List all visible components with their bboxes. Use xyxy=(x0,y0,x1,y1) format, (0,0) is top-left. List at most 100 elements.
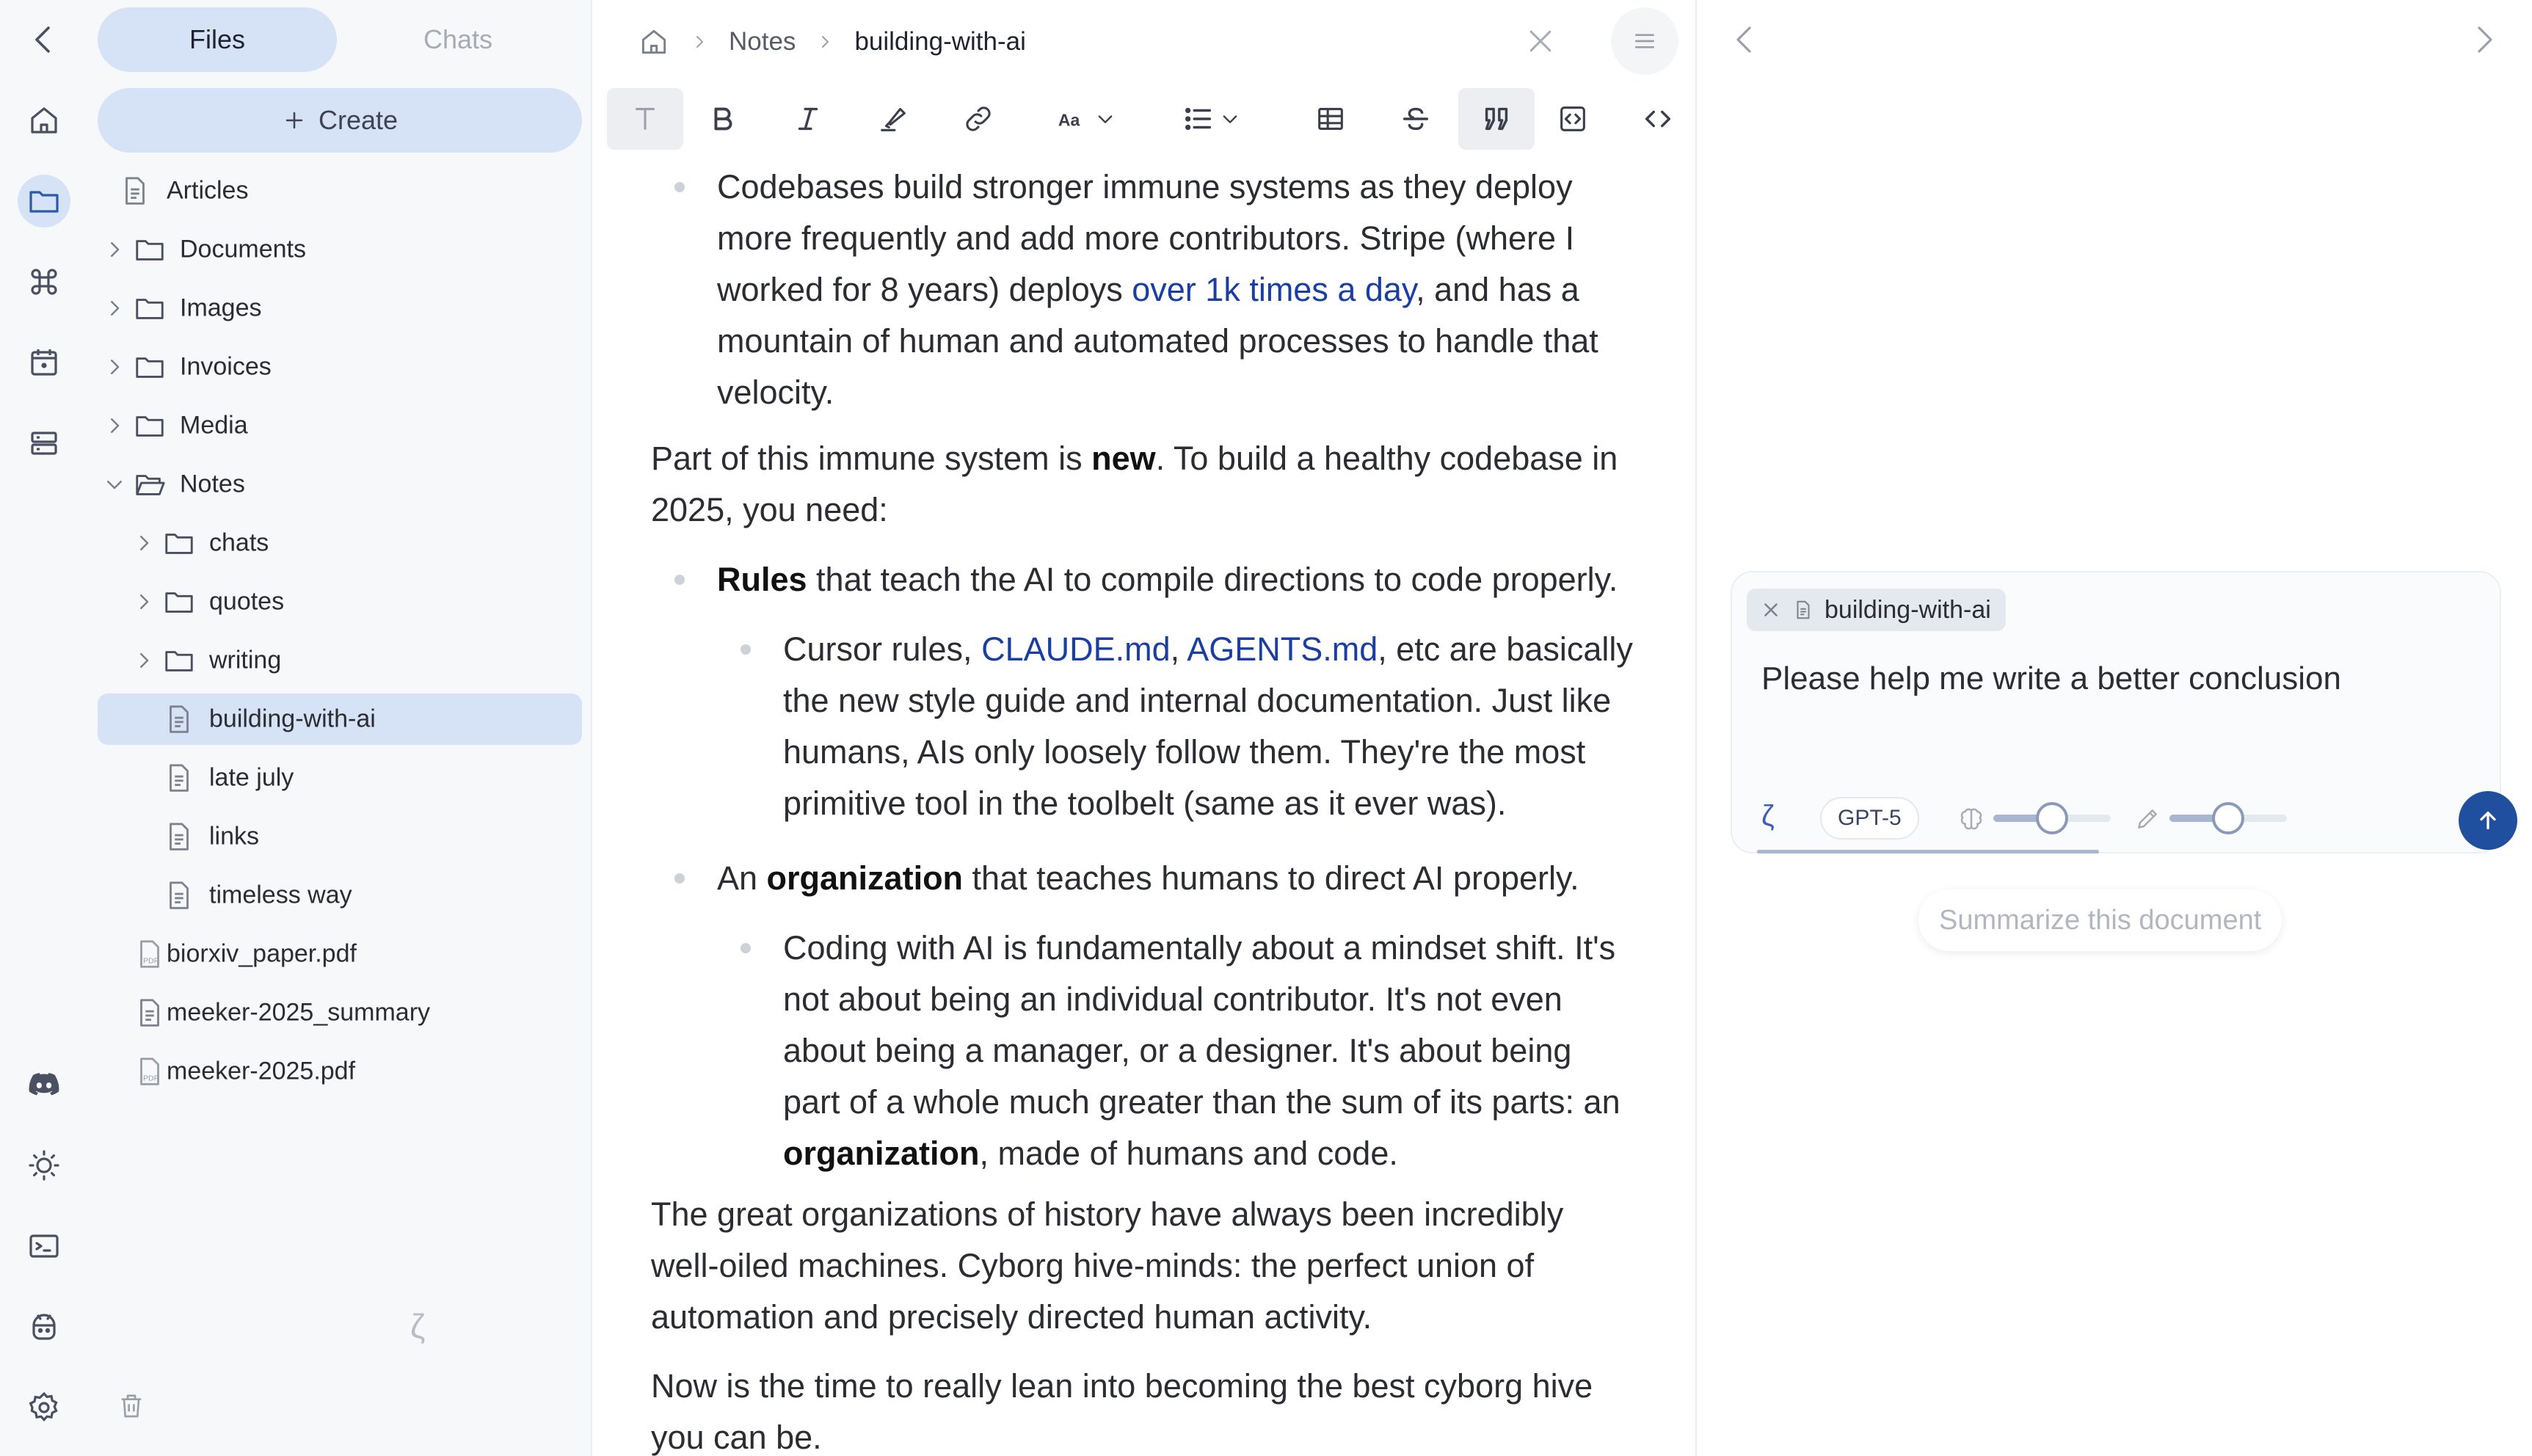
pencil-icon xyxy=(2138,809,2157,829)
tree-item-writing[interactable]: writing xyxy=(98,635,582,686)
context-chip-label: building-with-ai xyxy=(1825,595,1991,624)
text-line: the new style guide and internal documen… xyxy=(783,682,1612,719)
link-button[interactable] xyxy=(949,88,1008,150)
claude-md-link[interactable]: CLAUDE.md xyxy=(981,630,1171,668)
chevron-right-icon[interactable] xyxy=(103,356,125,378)
tree-item-label: meeker-2025_summary xyxy=(167,998,431,1027)
context-chip[interactable]: building-with-ai xyxy=(1747,589,2006,631)
chat-input[interactable]: Please help me write a better conclusion xyxy=(1761,660,2341,697)
text-run: , xyxy=(1170,630,1187,668)
tree-item-links[interactable]: links xyxy=(98,811,582,862)
agents-md-link[interactable]: AGENTS.md xyxy=(1187,630,1378,668)
chevron-right-icon xyxy=(696,36,703,48)
list-icon xyxy=(1185,107,1212,131)
breadcrumb-notes[interactable]: Notes xyxy=(729,27,796,57)
tree-item-documents[interactable]: Documents xyxy=(98,224,582,275)
code-icon xyxy=(1645,110,1671,128)
tree-item-label: chats xyxy=(209,528,269,557)
quote-button[interactable] xyxy=(1458,88,1535,150)
chevron-down-icon[interactable] xyxy=(103,473,125,495)
folder-icon xyxy=(136,299,164,319)
settings-icon[interactable] xyxy=(18,1381,70,1434)
chevron-right-icon[interactable] xyxy=(133,591,155,613)
document-icon xyxy=(1797,600,1810,619)
model-selector[interactable]: GPT-5 xyxy=(1820,797,1919,840)
bold-button[interactable] xyxy=(694,88,752,150)
chevron-right-icon[interactable] xyxy=(2466,22,2501,57)
chevron-left-icon[interactable] xyxy=(1728,22,1763,57)
send-button[interactable] xyxy=(2459,791,2517,850)
calendar-icon[interactable] xyxy=(18,336,70,389)
close-icon[interactable] xyxy=(1524,25,1557,57)
tree-item-chats[interactable]: chats xyxy=(98,517,582,569)
strikethrough-button[interactable] xyxy=(1386,88,1445,150)
tree-item-meeker-summary[interactable]: meeker-2025_summary xyxy=(98,987,582,1038)
sun-icon[interactable] xyxy=(18,1139,70,1192)
text-line: you can be. xyxy=(651,1419,822,1456)
tree-item-label: late july xyxy=(209,763,294,792)
chevron-right-icon[interactable] xyxy=(133,532,155,554)
folder-icon xyxy=(136,416,164,437)
chevron-right-icon[interactable] xyxy=(103,415,125,437)
terminal-icon[interactable] xyxy=(18,1220,70,1273)
breadcrumb-current[interactable]: building-with-ai xyxy=(854,27,1025,57)
menu-button[interactable] xyxy=(1611,7,1678,75)
chevron-right-icon[interactable] xyxy=(133,649,155,671)
text-style-button[interactable] xyxy=(607,88,683,150)
chat-composer: building-with-ai Please help me write a … xyxy=(1731,571,2517,853)
folder-icon xyxy=(136,357,164,378)
text-line: more frequently and add more contributor… xyxy=(717,219,1575,257)
tree-item-biorxiv-paper[interactable]: PDF biorxiv_paper.pdf xyxy=(98,928,582,980)
deploys-link[interactable]: over 1k times a day xyxy=(1132,271,1416,308)
text-line: automation and precisely directed human … xyxy=(651,1298,1372,1336)
slider-knob[interactable] xyxy=(2212,802,2244,834)
code-button[interactable] xyxy=(1629,88,1687,150)
bold-icon xyxy=(714,107,732,131)
tree-item-quotes[interactable]: quotes xyxy=(98,576,582,627)
text-line: Now is the time to really lean into beco… xyxy=(651,1367,1593,1405)
tree-item-meeker-pdf[interactable]: PDF meeker-2025.pdf xyxy=(98,1046,582,1097)
tree-item-images[interactable]: Images xyxy=(98,283,582,334)
tree-item-media[interactable]: Media xyxy=(98,400,582,451)
tree-item-articles[interactable]: Articles xyxy=(98,165,582,216)
tree-item-label: Documents xyxy=(180,235,306,263)
italic-button[interactable] xyxy=(779,88,837,150)
list-item: An organization that teaches humans to d… xyxy=(717,853,1671,904)
tree-item-late-july[interactable]: late july xyxy=(98,752,582,804)
tab-chats[interactable]: Chats xyxy=(338,7,578,72)
font-size-dropdown[interactable]: Aa xyxy=(1046,88,1127,150)
list-dropdown[interactable] xyxy=(1171,88,1251,150)
folder-icon[interactable] xyxy=(18,175,70,228)
discord-icon[interactable] xyxy=(18,1058,70,1111)
storage-icon[interactable] xyxy=(18,417,70,470)
text-line: Rules that teach the AI to compile direc… xyxy=(717,554,1671,605)
chevron-right-icon[interactable] xyxy=(103,297,125,319)
tab-files[interactable]: Files xyxy=(98,7,337,72)
back-icon[interactable] xyxy=(18,13,70,66)
tree-item-invoices[interactable]: Invoices xyxy=(98,341,582,393)
tree-item-label: Images xyxy=(180,294,262,322)
creativity-slider[interactable] xyxy=(2169,802,2287,834)
tree-item-building-with-ai[interactable]: building-with-ai xyxy=(98,694,582,745)
tree-item-timeless-way[interactable]: timeless way xyxy=(98,870,582,921)
code-block-button[interactable] xyxy=(1543,88,1602,150)
table-button[interactable] xyxy=(1301,88,1360,150)
home-icon[interactable] xyxy=(638,26,670,58)
home-icon[interactable] xyxy=(18,94,70,147)
reasoning-slider[interactable] xyxy=(1993,802,2111,834)
remove-context-icon[interactable] xyxy=(1760,599,1782,621)
command-icon[interactable] xyxy=(18,255,70,308)
suggestion-summarize[interactable]: Summarize this document xyxy=(1918,889,2282,951)
trash-icon[interactable] xyxy=(117,1391,146,1420)
mode-toggle[interactable]: ζ xyxy=(1761,800,1775,833)
chevron-right-icon[interactable] xyxy=(103,239,125,261)
bot-icon[interactable] xyxy=(18,1300,70,1353)
svg-text:PDF: PDF xyxy=(143,956,159,965)
create-button[interactable]: Create xyxy=(98,88,582,153)
font-size-icon: Aa xyxy=(1058,111,1080,130)
tree-item-notes[interactable]: Notes xyxy=(98,459,582,510)
slider-knob[interactable] xyxy=(2036,802,2068,834)
document-icon xyxy=(170,764,189,792)
highlight-button[interactable] xyxy=(864,88,923,150)
strikethrough-icon xyxy=(1403,107,1429,131)
